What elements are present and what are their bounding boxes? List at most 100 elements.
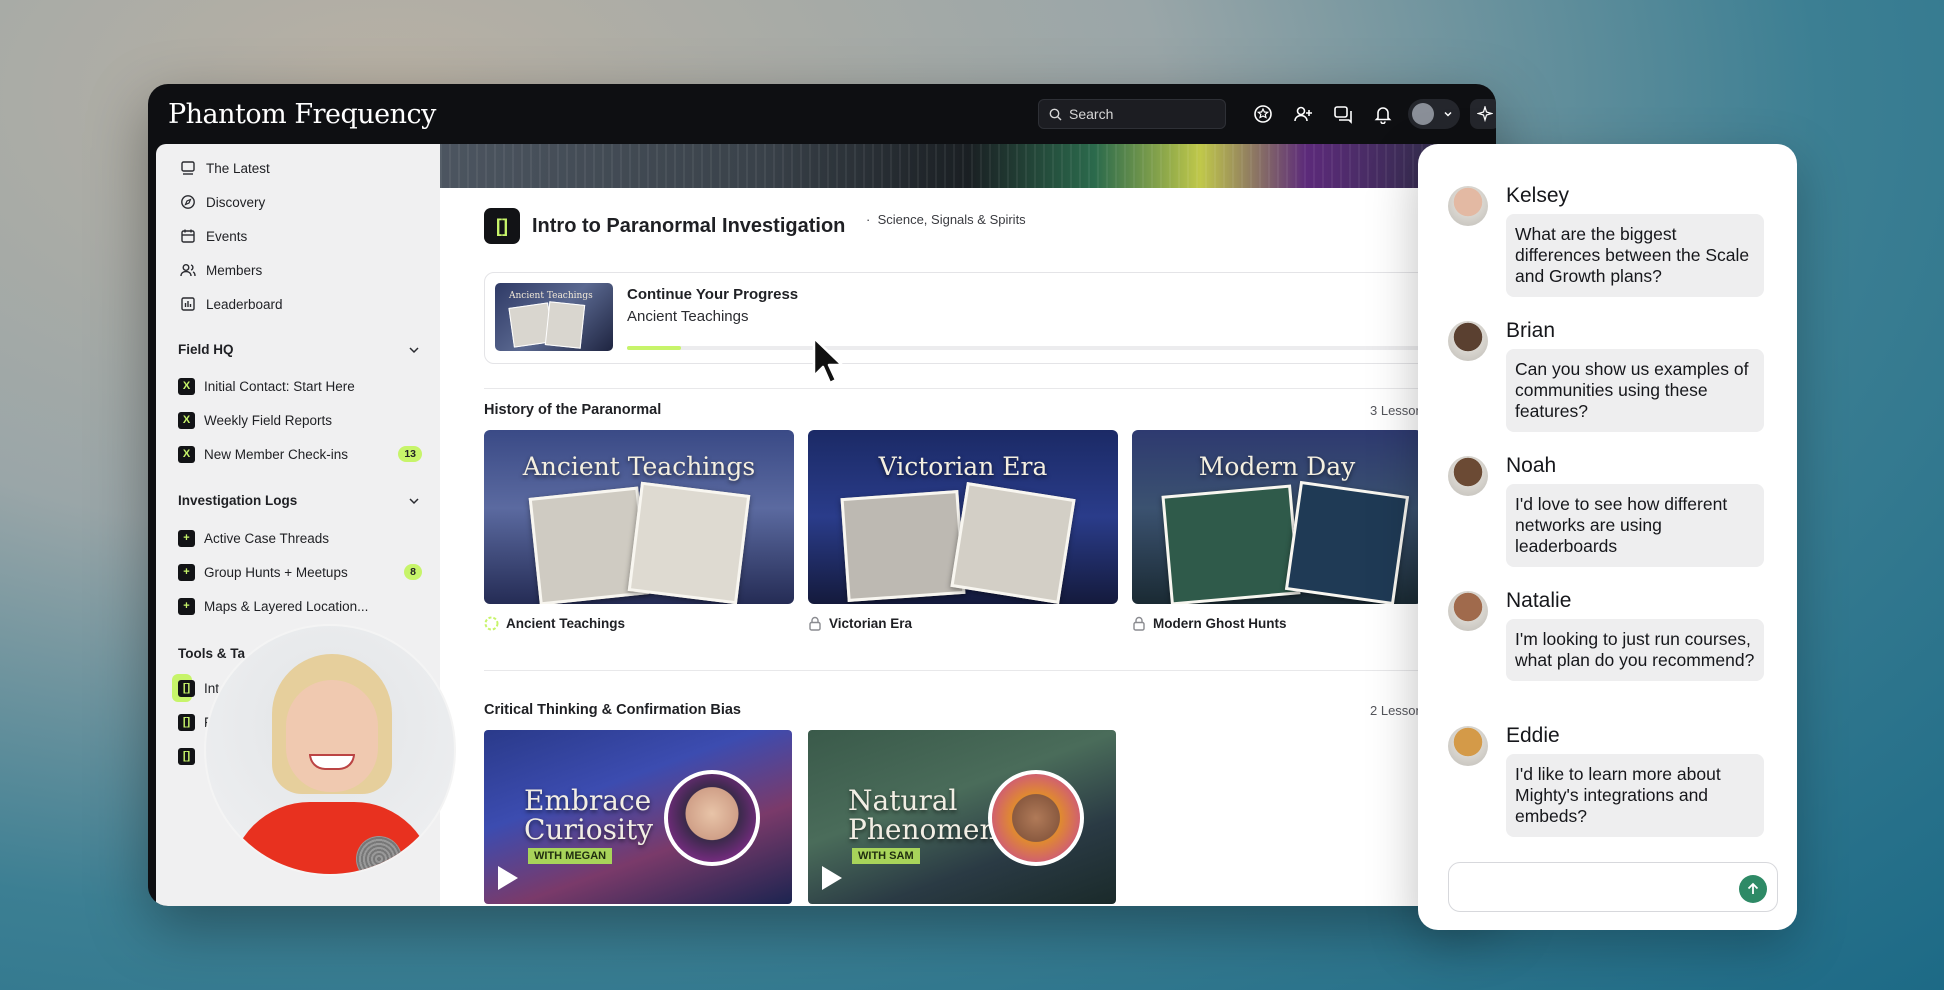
section-title-critical-thinking: Critical Thinking & Confirmation Bias [484,702,741,718]
section-title-history: History of the Paranormal [484,402,662,418]
lesson-caption-text: Victorian Era [829,616,913,631]
play-icon[interactable] [822,866,842,890]
sidebar-item-the-latest[interactable]: The Latest [180,158,270,178]
section-title: Field HQ [178,342,234,357]
sender-name: Brian [1506,319,1556,342]
divider [484,670,1496,671]
progress-heading: Continue Your Progress [627,286,799,303]
page-title: Intro to Paranormal Investigation [532,214,846,237]
sidebar-item-leaderboard[interactable]: Leaderboard [180,294,283,314]
lesson-card-title: Ancient Teachings [522,452,756,481]
progress-thumbnail: Ancient Teachings [495,283,613,351]
continue-progress-card[interactable]: Ancient Teachings Continue Your Progress… [484,272,1496,364]
course-icon: [] [178,747,195,765]
compass-icon [181,195,195,209]
host-avatar [988,770,1084,866]
section-header-field-hq[interactable]: Field HQ [178,342,420,357]
sidebar-item-active-case-threads[interactable]: + Active Case Threads [178,528,422,548]
sidebar-item-events[interactable]: Events [180,226,247,246]
sidebar-item-maps-layered[interactable]: + Maps & Layered Location... [178,596,422,616]
avatar [1448,456,1488,496]
ai-sparkle-button[interactable] [1470,99,1496,129]
sidebar-item-discovery[interactable]: Discovery [180,192,265,212]
progress-bar-fill [627,346,681,350]
lock-icon [809,616,821,631]
feed-icon [181,161,195,175]
sidebar-item-members[interactable]: Members [180,260,262,280]
course-header: [] Intro to Paranormal Investigation [484,208,845,244]
lesson-card-victorian[interactable]: Victorian Era [808,430,1118,604]
chat-panel: Kelsey What are the biggest differences … [1418,144,1797,930]
sender-name: Noah [1506,454,1557,477]
x-channel-icon: X [178,445,195,463]
sidebar-item-weekly-field-reports[interactable]: X Weekly Field Reports [178,410,422,430]
lesson-card-title: Modern Day [1198,452,1356,481]
course-icon: [] [178,679,195,697]
plus-channel-icon: + [178,597,195,615]
course-icon: [] [178,713,195,731]
avatar [1448,321,1488,361]
avatar [1412,103,1434,125]
play-icon[interactable] [498,866,518,890]
sidebar-item-new-member-checkins[interactable]: X New Member Check-ins 13 [178,444,422,464]
progress-lesson: Ancient Teachings [627,308,749,325]
lesson-card-modern[interactable]: Modern Day [1132,430,1422,604]
brand-logo[interactable]: Phantom Frequency [168,99,436,130]
star-badge-icon[interactable] [1248,99,1278,129]
x-channel-icon: X [178,411,195,429]
sidebar-item-label: Discovery [206,194,266,210]
leaderboard-icon [181,297,195,311]
chevron-down-icon [1444,111,1452,117]
presenter-video-bubble [204,624,456,876]
sidebar-item-label: Group Hunts + Meetups [204,564,348,580]
invite-member-icon[interactable] [1288,99,1318,129]
lesson-card-title: Victorian Era [878,452,1048,481]
plus-channel-icon: + [178,563,195,581]
chevron-down-icon [409,497,419,504]
sidebar-item-initial-contact[interactable]: X Initial Contact: Start Here [178,376,422,396]
calendar-icon [181,229,195,243]
sender-name: Eddie [1506,724,1560,747]
lock-icon [1133,616,1145,631]
section-header-investigation-logs[interactable]: Investigation Logs [178,493,420,508]
sidebar-item-group-hunts[interactable]: + Group Hunts + Meetups 8 [178,562,422,582]
section-title: Tools & Ta [178,646,245,661]
microphone [356,836,402,874]
chat-input[interactable] [1448,862,1778,912]
lesson-card-ancient[interactable]: Ancient Teachings [484,430,794,604]
sparkle-icon [1477,106,1493,122]
sidebar-item-label: Members [206,262,263,278]
sender-name: Kelsey [1506,184,1570,207]
video-card-title: Embrace Curiosity [524,786,653,844]
message-bubble: Can you show us examples of communities … [1506,349,1764,432]
search-icon [1049,108,1062,120]
sender-name: Natalie [1506,589,1572,612]
in-progress-icon [484,616,499,631]
video-card-natural-phenomena[interactable]: Natural Phenomena WITH SAM [808,730,1116,904]
search-placeholder: Search [1069,106,1114,122]
presenter-shirt [230,802,434,874]
mouse-cursor-icon [812,336,844,385]
lesson-caption-ancient[interactable]: Ancient Teachings [484,616,625,631]
sidebar-item-label: Leaderboard [206,296,283,312]
arrow-up-icon [1747,882,1759,894]
course-subtitle: · Science, Signals & Spirits [866,212,1026,227]
bell-icon[interactable] [1368,99,1398,129]
lesson-caption-modern[interactable]: Modern Ghost Hunts [1132,616,1287,631]
message-bubble: What are the biggest differences between… [1506,214,1764,297]
send-button[interactable] [1739,875,1767,903]
avatar [1448,186,1488,226]
sidebar-item-label: Active Case Threads [204,530,330,546]
message-bubble: I'm looking to just run courses, what pl… [1506,619,1764,681]
lesson-caption-victorian[interactable]: Victorian Era [808,616,912,631]
video-title-line2: Curiosity [524,813,654,846]
search-input[interactable]: Search [1038,99,1226,129]
thumbnail-title: Ancient Teachings [509,291,593,301]
chat-icon[interactable] [1328,99,1358,129]
video-card-embrace-curiosity[interactable]: Embrace Curiosity WITH MEGAN [484,730,792,904]
user-menu[interactable] [1408,99,1460,129]
x-channel-icon: X [178,377,195,395]
section-title: Investigation Logs [178,493,298,508]
lesson-caption-text: Ancient Teachings [506,616,626,631]
main-content: [] Intro to Paranormal Investigation · S… [440,144,1496,906]
